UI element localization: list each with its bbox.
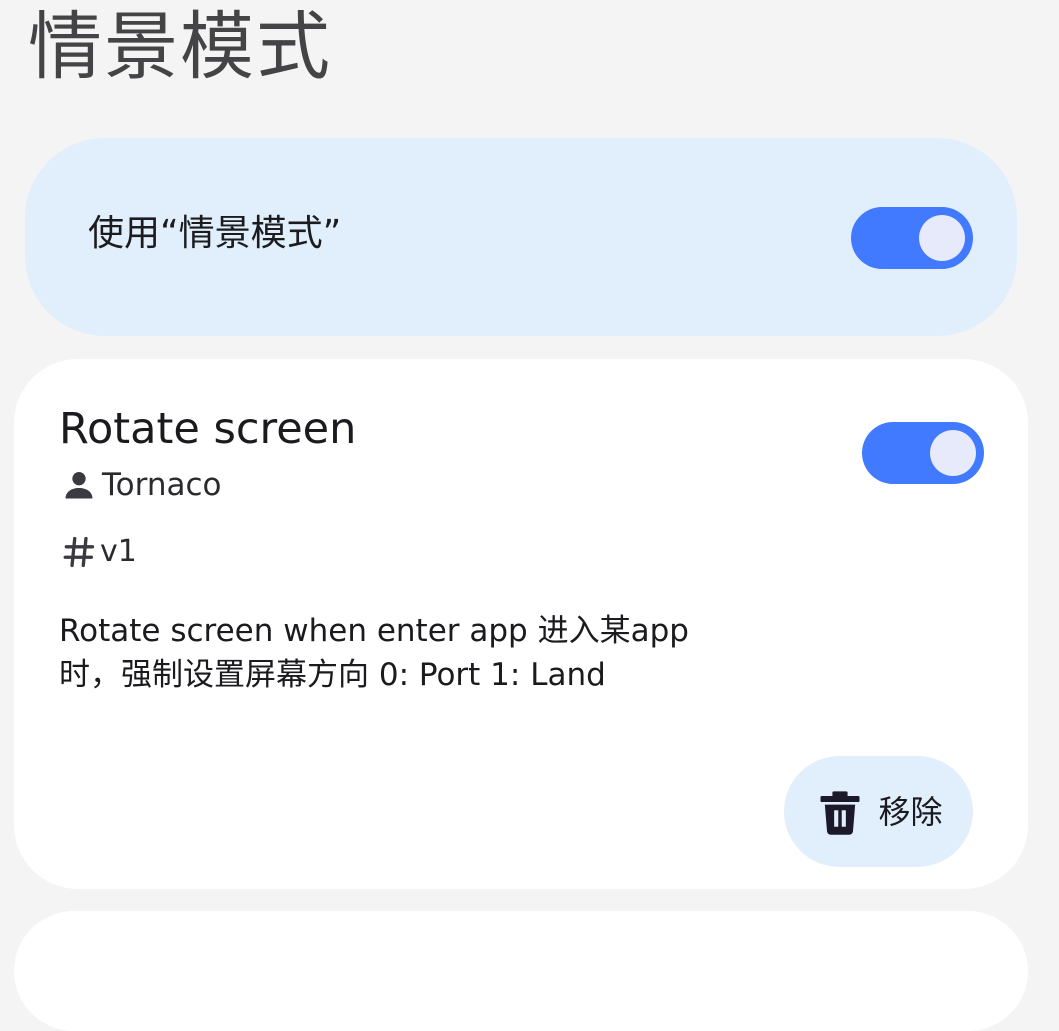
page-title: 情景模式 [28,4,332,90]
rule-title: Rotate screen [59,404,357,454]
rule-card: Rotate screen Tornaco v1 Rotate screen w… [14,359,1028,889]
person-icon [60,466,98,504]
switch-knob [919,215,965,261]
master-toggle-switch[interactable] [851,207,973,269]
master-toggle-card[interactable]: 使用“情景模式” [25,138,1017,336]
remove-button[interactable]: 移除 [784,756,973,867]
rule-toggle-switch[interactable] [862,422,984,484]
rule-author: Tornaco [60,463,222,507]
remove-button-label: 移除 [878,792,943,831]
rule-version-text: v1 [100,534,137,569]
switch-knob [930,430,976,476]
trash-icon [814,786,866,838]
rule-author-name: Tornaco [102,467,222,503]
rule-description: Rotate screen when enter app 进入某app 时，强制… [59,613,689,693]
next-rule-card [14,911,1028,1031]
rule-version: v1 [60,530,137,574]
master-toggle-label: 使用“情景模式” [88,213,342,254]
hash-icon [60,533,98,571]
